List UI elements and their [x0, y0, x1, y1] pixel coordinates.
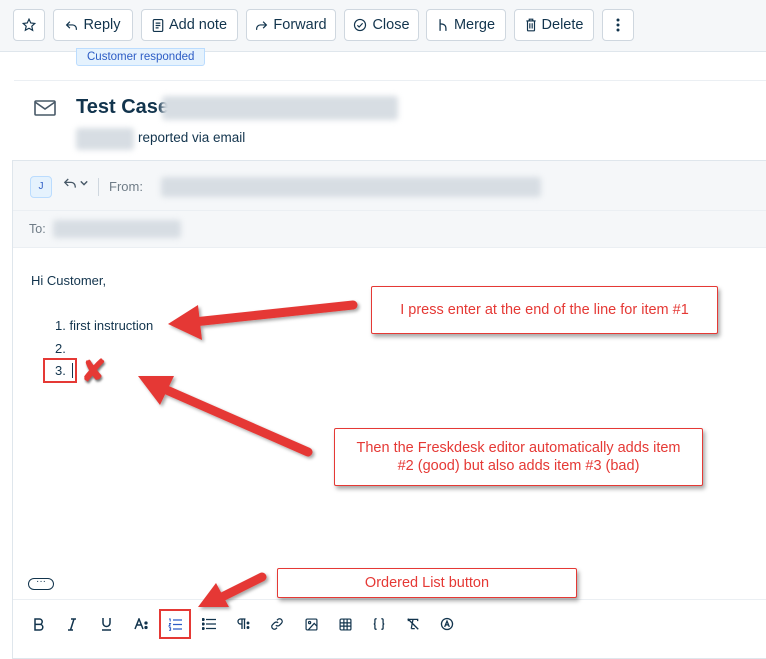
spell-check-button[interactable] — [435, 612, 459, 636]
reply-icon — [66, 20, 78, 30]
braces-icon — [373, 618, 385, 630]
chevron-down-icon — [80, 180, 88, 186]
italic-button[interactable] — [60, 612, 84, 636]
to-bar: To: — [13, 211, 766, 248]
bullet-list-icon — [202, 618, 216, 630]
underline-button[interactable] — [94, 612, 118, 636]
to-label: To: — [29, 222, 46, 236]
header-divider — [14, 80, 766, 81]
italic-icon — [68, 617, 76, 631]
redacted-requester[interactable] — [76, 128, 134, 150]
code-block-button[interactable] — [367, 612, 391, 636]
list-item[interactable]: 2. — [55, 341, 66, 356]
source-text: reported via email — [138, 130, 246, 145]
forward-icon — [256, 20, 268, 30]
kebab-menu-icon — [616, 18, 620, 32]
from-label: From: — [109, 179, 143, 194]
note-icon — [152, 18, 164, 32]
delete-button[interactable]: Delete — [514, 9, 594, 41]
show-quoted-text-button[interactable]: ··· — [28, 577, 54, 590]
forward-label: Forward — [273, 17, 327, 33]
merge-icon — [439, 19, 447, 31]
redacted-subject — [162, 96, 398, 120]
ticket-toolbar: Reply Add note Forward Close Merge Delet… — [0, 0, 766, 52]
forward-button[interactable]: Forward — [246, 9, 336, 41]
text-cursor — [72, 363, 73, 378]
status-badge: Customer responded — [76, 48, 206, 66]
unordered-list-button[interactable] — [197, 612, 221, 636]
font-size-icon — [134, 618, 148, 630]
ticket-title: Test Case — [76, 96, 170, 118]
reply-icon — [63, 178, 76, 188]
star-icon — [22, 18, 36, 32]
image-icon — [304, 617, 318, 631]
callout-ordered-list: Ordered List button — [277, 568, 577, 598]
reply-button[interactable]: Reply — [53, 9, 133, 41]
add-note-button[interactable]: Add note — [141, 9, 238, 41]
underline-icon — [101, 618, 111, 631]
delete-label: Delete — [541, 17, 584, 33]
trash-icon — [525, 18, 536, 32]
cross-mark-icon: ✘ — [81, 355, 107, 388]
insert-table-button[interactable] — [333, 612, 357, 636]
list-item[interactable]: 1. first instruction — [55, 318, 153, 333]
font-size-button[interactable] — [129, 612, 153, 636]
formatting-toolbar — [13, 599, 766, 647]
callout-enter: I press enter at the end of the line for… — [371, 286, 718, 334]
bold-button[interactable] — [26, 612, 50, 636]
insert-image-button[interactable] — [299, 612, 323, 636]
redacted-from-field[interactable] — [161, 177, 541, 197]
add-note-label: Add note — [168, 17, 228, 33]
check-circle-icon — [354, 18, 367, 32]
avatar: J — [30, 176, 52, 198]
ordered-list-button[interactable] — [163, 612, 187, 636]
reply-label: Reply — [83, 17, 121, 33]
ordered-list-icon — [168, 618, 182, 631]
table-icon — [338, 617, 352, 631]
email-icon — [34, 100, 56, 116]
redacted-to-field[interactable] — [53, 220, 181, 238]
close-label: Close — [372, 17, 410, 33]
merge-label: Merge — [453, 17, 496, 33]
spell-check-icon — [440, 617, 454, 631]
header-separator — [98, 178, 99, 196]
paragraph-icon — [237, 618, 250, 629]
clear-formatting-button[interactable] — [401, 612, 425, 636]
merge-button[interactable]: Merge — [426, 9, 506, 41]
paragraph-format-button[interactable] — [231, 612, 255, 636]
insert-link-button[interactable] — [265, 612, 289, 636]
star-button[interactable] — [13, 9, 45, 41]
clear-format-icon — [407, 618, 419, 630]
reply-type-dropdown[interactable] — [63, 177, 88, 189]
close-button[interactable]: Close — [344, 9, 419, 41]
editor-header: J From: — [13, 161, 766, 211]
callout-auto-numbering: Then the Freskdesk editor automatically … — [334, 428, 703, 486]
link-icon — [271, 618, 283, 630]
body-greeting[interactable]: Hi Customer, — [31, 273, 106, 288]
bold-icon — [33, 617, 43, 631]
more-actions-button[interactable] — [602, 9, 634, 41]
